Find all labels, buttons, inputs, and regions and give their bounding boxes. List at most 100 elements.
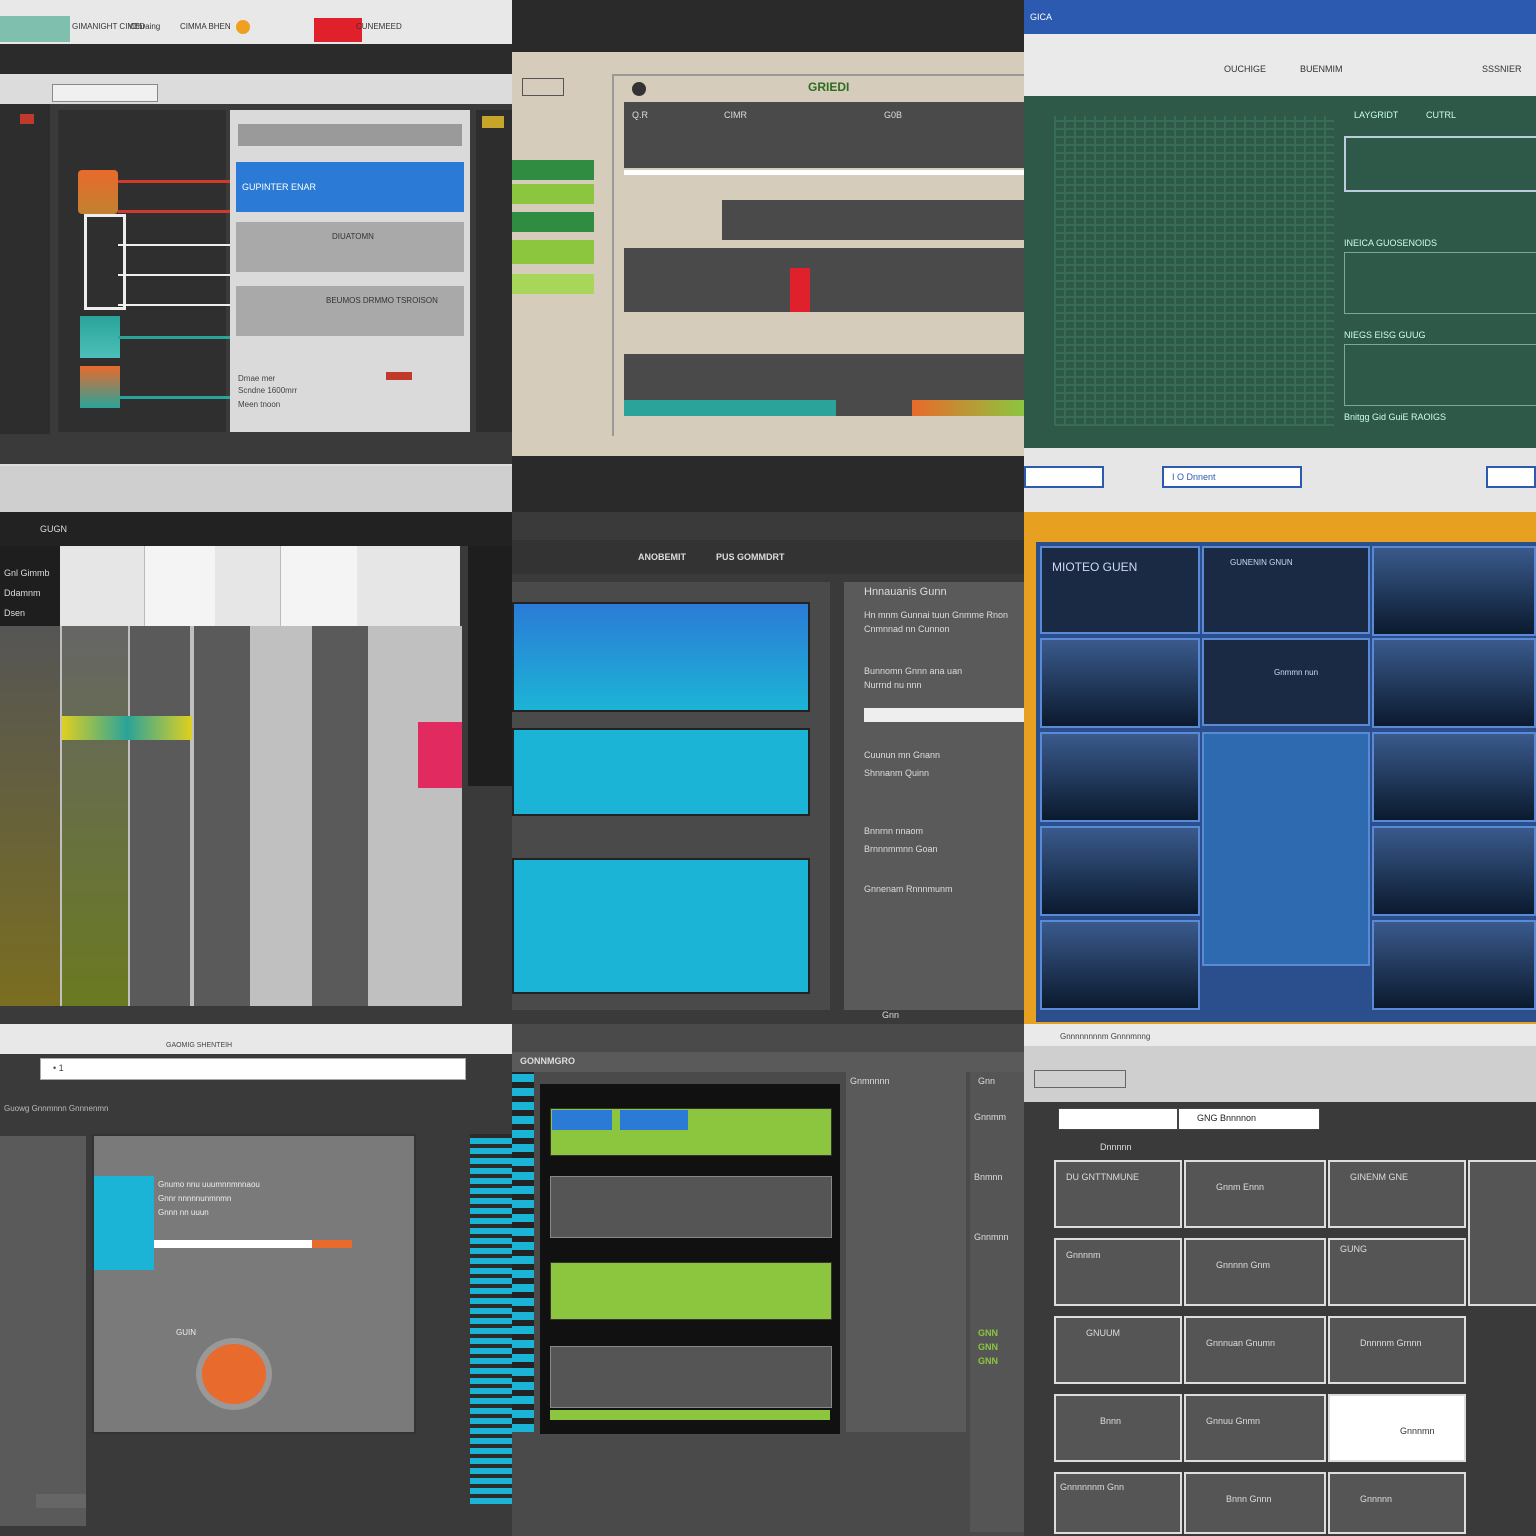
card-pink[interactable]	[418, 722, 462, 788]
top-tab-2[interactable]: Cthraing	[130, 22, 160, 31]
list-1[interactable]: Cuunun mn Gnann	[864, 750, 940, 760]
nav-green-1[interactable]	[512, 160, 594, 180]
card-gradient[interactable]	[62, 716, 192, 740]
track-grey-1[interactable]	[550, 1176, 832, 1238]
side-item-3[interactable]: Dsen	[4, 608, 25, 618]
card-3-2-text: Gnnnuan Gnumn	[1206, 1338, 1276, 1348]
side-menu: Gnl Gimmb Ddamnm Dsen	[0, 546, 60, 626]
list-5[interactable]: Gnnenam Rnnnmunm	[864, 884, 953, 894]
card-5-2[interactable]: Bnnn Gnnn	[1184, 1472, 1326, 1534]
badge-label: CUNEMEED	[356, 22, 402, 31]
menu-2[interactable]: BUENMIM	[1300, 64, 1343, 74]
track-green-2[interactable]	[550, 1262, 832, 1320]
address-bar[interactable]: • 1	[40, 1058, 466, 1080]
clip-blue-1[interactable]	[552, 1110, 612, 1130]
card-2-2[interactable]: Gnnnnn Gnm	[1184, 1238, 1326, 1306]
combo-field[interactable]: GNG Bnnnnon	[1178, 1108, 1320, 1130]
video-tile-6[interactable]	[1372, 638, 1536, 728]
record-icon[interactable]	[20, 114, 34, 124]
control-box[interactable]	[1344, 136, 1536, 192]
card-4-1[interactable]: Bnnn	[1054, 1394, 1182, 1462]
row-white-field[interactable]	[154, 1240, 312, 1248]
grid-block-1[interactable]	[512, 602, 810, 712]
card-3-2[interactable]: Gnnnuan Gnumn	[1184, 1316, 1326, 1384]
toolbar: GNG Bnnnnon	[1024, 1046, 1536, 1130]
list-3[interactable]: Bnnrnn nnaom	[864, 826, 923, 836]
nav-green-4[interactable]	[512, 240, 594, 264]
screenshot-tile-4: GUGN Gnl Gimmb Ddamnm Dsen	[0, 512, 512, 1024]
teal-tab[interactable]	[0, 16, 70, 42]
card-1-3-text: GINENM GNE	[1350, 1172, 1409, 1182]
video-tile-8[interactable]	[1372, 826, 1536, 916]
tree-node-teal[interactable]	[80, 316, 120, 358]
card-2[interactable]: BEUMOS DRMMO TSROISON	[236, 286, 464, 336]
video-tile-1[interactable]	[1040, 638, 1200, 728]
grid-block-3[interactable]	[512, 858, 810, 994]
video-tile-4[interactable]	[1040, 920, 1200, 1010]
menu-1[interactable]: OUCHIGE	[1224, 64, 1266, 74]
card-1-2[interactable]: Gnnm Ennn	[1184, 1160, 1326, 1228]
footer-button-left[interactable]	[1024, 466, 1104, 488]
address-field[interactable]	[52, 84, 158, 102]
card-2-1[interactable]: Gnnnnm	[1054, 1238, 1182, 1306]
menu-3[interactable]: SSSNIER	[1482, 64, 1522, 74]
tab-strip	[60, 546, 460, 626]
list-2[interactable]: Shnnanm Quinn	[864, 768, 929, 778]
video-tile-7[interactable]	[1372, 732, 1536, 822]
cyan-block[interactable]	[94, 1176, 154, 1270]
side-card[interactable]	[1468, 1160, 1536, 1306]
card-5-1[interactable]: Gnnnnnnm Gnn	[1054, 1472, 1182, 1534]
legend-1: GNN	[978, 1328, 998, 1338]
nav-green-5[interactable]	[512, 274, 594, 294]
bottom-button[interactable]	[36, 1494, 86, 1508]
card-4-3[interactable]: Gnnnmn	[1328, 1394, 1466, 1462]
right-item-3[interactable]: Bnmnn	[974, 1172, 1003, 1182]
orange-badge[interactable]	[202, 1344, 266, 1404]
row-2: Scndne 1600mrr	[238, 386, 298, 395]
track-grey-2[interactable]	[550, 1346, 832, 1408]
status-text: Bnitgg Gid GuiE RAOIGS	[1344, 412, 1447, 422]
nav-green-2[interactable]	[512, 184, 594, 204]
footer-button-center[interactable]: I O Dnnent	[1162, 466, 1302, 488]
card-3-1[interactable]: GNUUM	[1054, 1316, 1182, 1384]
card-1-1[interactable]: DU GNTTNMUNE	[1054, 1160, 1182, 1228]
card-2-3[interactable]: GUNG	[1328, 1238, 1466, 1306]
panel-line-1: Hn mnm Gunnai tuun Gnmme Rnon	[864, 610, 1009, 620]
right-item-2[interactable]: Gnnmm	[974, 1112, 1006, 1122]
card-3-3[interactable]: Dnnnnm Grnnn	[1328, 1316, 1466, 1384]
card-1[interactable]: DIUATOMN	[236, 222, 464, 272]
video-tile-2[interactable]	[1040, 732, 1200, 822]
section-label-3: INEICA GUOSENOIDS	[1344, 238, 1438, 248]
green-chip[interactable]	[482, 116, 504, 128]
map-panel[interactable]	[1202, 732, 1370, 966]
list-4[interactable]: Brnnnmmnn Goan	[864, 844, 938, 854]
red-marker[interactable]	[790, 268, 810, 312]
content-panel: GUPINTER ENAR DIUATOMN BEUMOS DRMMO TSRO…	[230, 110, 470, 432]
right-item-4[interactable]: Gnnmnn	[974, 1232, 1009, 1242]
search-field[interactable]	[1058, 1108, 1178, 1130]
tab-field[interactable]	[864, 708, 1024, 722]
tree-node-orange-1[interactable]	[78, 170, 118, 214]
collapse-bar[interactable]	[238, 124, 462, 146]
footer-button-right[interactable]	[1486, 466, 1536, 488]
red-badge[interactable]	[314, 18, 362, 42]
nav-green-3[interactable]	[512, 212, 594, 232]
video-tile-5[interactable]	[1372, 546, 1536, 636]
top-tab-3[interactable]: CIMMA BHEN	[180, 22, 231, 31]
right-item-1[interactable]: Gnn	[978, 1076, 995, 1086]
card-4-2[interactable]: Gnnuu Gnmn	[1184, 1394, 1326, 1462]
clip-blue-2[interactable]	[620, 1110, 688, 1130]
video-tile-3[interactable]	[1040, 826, 1200, 916]
tree-node-orange-2[interactable]	[80, 366, 120, 408]
section-label-4: NIEGS EISG GUUG	[1344, 330, 1426, 340]
grid-block-2[interactable]	[512, 728, 810, 816]
video-tile-9[interactable]	[1372, 920, 1536, 1010]
card-1-3[interactable]: GINENM GNE	[1328, 1160, 1466, 1228]
side-item-2[interactable]: Ddamnm	[4, 588, 41, 598]
side-item-1[interactable]: Gnl Gimmb	[4, 568, 50, 578]
toolbar-icons[interactable]	[1034, 1070, 1126, 1088]
blue-banner[interactable]: GUPINTER ENAR	[236, 162, 464, 212]
tab-2[interactable]	[280, 546, 357, 626]
card-5-3[interactable]: Gnnnnn	[1328, 1472, 1466, 1534]
tab-1[interactable]	[144, 546, 215, 626]
